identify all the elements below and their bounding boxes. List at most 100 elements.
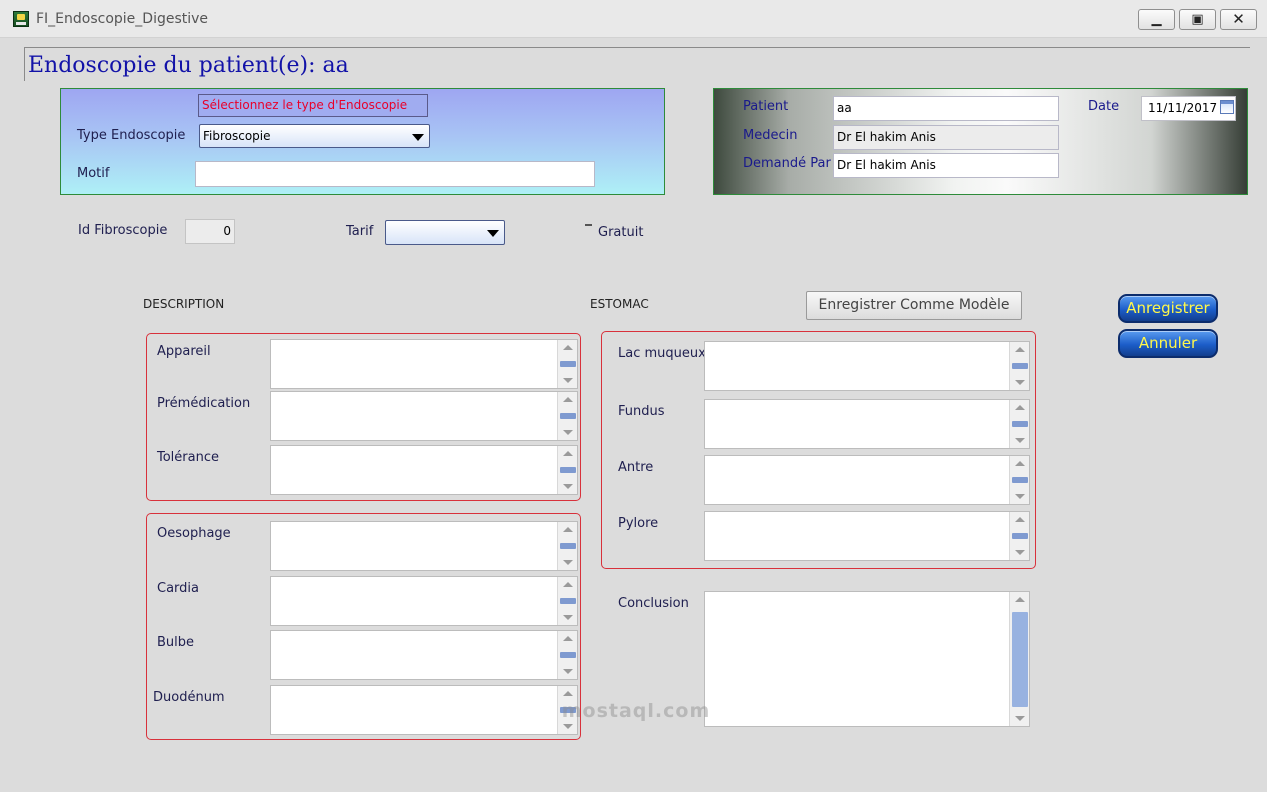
premedication-memo[interactable] — [270, 391, 578, 441]
watermark: mostaql.com — [561, 700, 711, 722]
scroll-up-icon[interactable] — [1015, 597, 1025, 602]
scroll-thumb[interactable] — [1012, 421, 1028, 427]
lac-muqueux-memo[interactable] — [704, 341, 1030, 391]
save-as-model-button[interactable]: Enregistrer Comme Modèle — [806, 291, 1022, 320]
page-title: Endoscopie du patient(e): aa — [28, 53, 349, 78]
gratuit-checkbox[interactable] — [585, 224, 592, 226]
tarif-label: Tarif — [346, 224, 374, 239]
scrollbar[interactable] — [1009, 592, 1029, 726]
maximize-button[interactable]: ▣ — [1179, 9, 1216, 30]
scrollbar[interactable] — [557, 631, 577, 679]
scrollbar[interactable] — [557, 392, 577, 440]
scroll-down-icon[interactable] — [563, 430, 573, 435]
appareil-memo[interactable] — [270, 339, 578, 389]
scroll-up-icon[interactable] — [563, 636, 573, 641]
scroll-thumb[interactable] — [560, 543, 576, 549]
minimize-button[interactable]: ▁ — [1138, 9, 1175, 30]
bulbe-label: Bulbe — [157, 635, 195, 650]
cancel-button[interactable]: Annuler — [1118, 329, 1218, 358]
scroll-up-icon[interactable] — [1015, 405, 1025, 410]
type-endoscopie-value: Fibroscopie — [203, 129, 271, 143]
scroll-up-icon[interactable] — [563, 527, 573, 532]
scroll-up-icon[interactable] — [1015, 517, 1025, 522]
chevron-down-icon — [412, 134, 424, 141]
motif-label: Motif — [77, 166, 110, 181]
duodenum-label: Duodénum — [153, 690, 225, 705]
scroll-up-icon[interactable] — [563, 345, 573, 350]
patient-label: Patient — [743, 99, 789, 114]
scroll-up-icon[interactable] — [563, 451, 573, 456]
scroll-down-icon[interactable] — [563, 378, 573, 383]
scrollbar[interactable] — [1009, 456, 1029, 504]
scroll-down-icon[interactable] — [1015, 438, 1025, 443]
scroll-thumb[interactable] — [1012, 363, 1028, 369]
scrollbar[interactable] — [1009, 342, 1029, 390]
scroll-thumb[interactable] — [1012, 612, 1028, 707]
scrollbar[interactable] — [557, 446, 577, 494]
conclusion-label: Conclusion — [618, 596, 689, 611]
scrollbar[interactable] — [557, 340, 577, 388]
oesophage-memo[interactable] — [270, 521, 578, 571]
scroll-down-icon[interactable] — [563, 724, 573, 729]
tarif-select[interactable] — [385, 220, 505, 245]
bulbe-memo[interactable] — [270, 630, 578, 680]
date-label: Date — [1088, 99, 1120, 114]
scroll-down-icon[interactable] — [1015, 380, 1025, 385]
lac-muqueux-label: Lac muqueux — [618, 346, 706, 361]
fundus-memo[interactable] — [704, 399, 1030, 449]
conclusion-memo[interactable] — [704, 591, 1030, 727]
scroll-down-icon[interactable] — [563, 615, 573, 620]
medecin-input[interactable]: Dr El hakim Anis — [833, 125, 1059, 150]
window-title: FI_Endoscopie_Digestive — [36, 11, 209, 27]
gratuit-label: Gratuit — [598, 225, 644, 240]
id-fibroscopie-label: Id Fibroscopie — [78, 223, 168, 238]
scroll-down-icon[interactable] — [563, 560, 573, 565]
scroll-down-icon[interactable] — [563, 484, 573, 489]
scroll-up-icon[interactable] — [563, 582, 573, 587]
scroll-up-icon[interactable] — [563, 691, 573, 696]
scrollbar[interactable] — [557, 577, 577, 625]
type-hint-box: Sélectionnez le type d'Endoscopie — [198, 94, 428, 117]
scroll-thumb[interactable] — [560, 413, 576, 419]
demande-par-label: Demandé Par — [743, 156, 831, 171]
scroll-up-icon[interactable] — [563, 397, 573, 402]
type-endoscopie-select[interactable]: Fibroscopie — [199, 124, 430, 148]
scroll-up-icon[interactable] — [1015, 461, 1025, 466]
scrollbar[interactable] — [1009, 400, 1029, 448]
cardia-memo[interactable] — [270, 576, 578, 626]
antre-label: Antre — [618, 460, 654, 475]
estomac-title: ESTOMAC — [590, 297, 649, 311]
scrollbar[interactable] — [1009, 512, 1029, 560]
scroll-down-icon[interactable] — [563, 669, 573, 674]
header-divider — [24, 47, 1250, 48]
scroll-thumb[interactable] — [1012, 477, 1028, 483]
scroll-down-icon[interactable] — [1015, 716, 1025, 721]
fundus-label: Fundus — [618, 404, 665, 419]
tolerance-memo[interactable] — [270, 445, 578, 495]
pylore-memo[interactable] — [704, 511, 1030, 561]
medecin-label: Medecin — [743, 128, 798, 143]
close-button[interactable]: ✕ — [1220, 9, 1257, 30]
scroll-up-icon[interactable] — [1015, 347, 1025, 352]
scrollbar[interactable] — [557, 522, 577, 570]
motif-input[interactable] — [195, 161, 595, 187]
scroll-thumb[interactable] — [560, 361, 576, 367]
scroll-down-icon[interactable] — [1015, 550, 1025, 555]
header-divider-left — [24, 47, 25, 81]
duodenum-memo[interactable] — [270, 685, 578, 735]
scroll-thumb[interactable] — [560, 598, 576, 604]
id-fibroscopie-input[interactable]: 0 — [185, 219, 235, 244]
patient-input[interactable]: aa — [833, 96, 1059, 121]
scroll-down-icon[interactable] — [1015, 494, 1025, 499]
appareil-label: Appareil — [157, 344, 211, 359]
calendar-icon[interactable] — [1220, 100, 1234, 114]
demande-par-input[interactable]: Dr El hakim Anis — [833, 153, 1059, 178]
save-button[interactable]: Anregistrer — [1118, 294, 1218, 323]
app-icon — [13, 11, 29, 27]
oesophage-label: Oesophage — [157, 526, 231, 541]
scroll-thumb[interactable] — [560, 652, 576, 658]
type-endoscopie-label: Type Endoscopie — [77, 128, 186, 143]
antre-memo[interactable] — [704, 455, 1030, 505]
scroll-thumb[interactable] — [1012, 533, 1028, 539]
scroll-thumb[interactable] — [560, 467, 576, 473]
